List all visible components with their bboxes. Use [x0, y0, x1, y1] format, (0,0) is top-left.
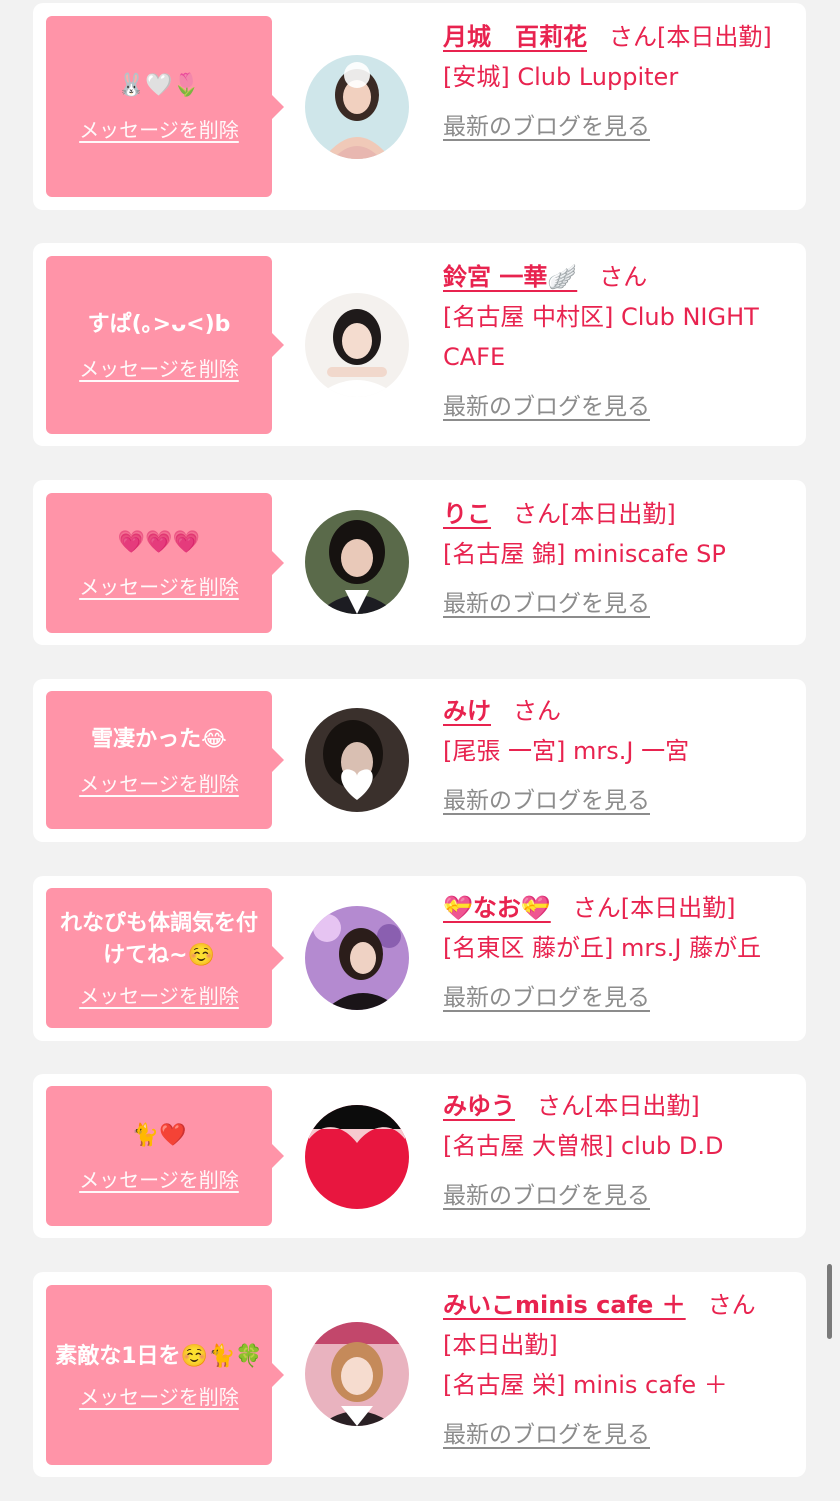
- message-bubble: すぱ(｡>ᴗ<)b メッセージを削除: [46, 256, 284, 434]
- cast-name-link[interactable]: みいこminis cafe ＋: [443, 1291, 686, 1319]
- avatar[interactable]: [305, 1105, 409, 1209]
- avatar[interactable]: [305, 510, 409, 614]
- cast-info: 月城 百莉花 さん[本日出勤] [安城] Club Luppiter 最新のブログ…: [443, 17, 795, 147]
- attendance-status: [本日出勤]: [585, 1092, 700, 1120]
- avatar[interactable]: [305, 708, 409, 812]
- message-card: れなぴも体調気を付けてね~☺️ メッセージを削除 💝なお💝 さん[本日出勤] [名…: [33, 876, 806, 1041]
- message-bubble: 素敵な1日を☺️🐈🍀 メッセージを削除: [46, 1285, 284, 1465]
- attendance-status: [本日出勤]: [443, 1331, 558, 1359]
- message-text: れなぴも体調気を付けてね~☺️: [59, 910, 258, 968]
- message-bubble: 雪凄かった😂 メッセージを削除: [46, 691, 284, 829]
- honorific: さん: [609, 23, 657, 51]
- honorific: さん: [572, 894, 621, 922]
- cast-info: 💝なお💝 さん[本日出勤] [名東区 藤が丘] mrs.J 藤が丘 最新のブログを…: [443, 888, 795, 1018]
- avatar[interactable]: [305, 1322, 409, 1426]
- latest-blog-link[interactable]: 最新のブログを見る: [443, 1176, 650, 1216]
- shop-name: [名古屋 栄] minis cafe ＋: [443, 1371, 728, 1399]
- delete-message-link[interactable]: メッセージを削除: [79, 114, 239, 143]
- delete-message-link[interactable]: メッセージを削除: [79, 980, 239, 1009]
- message-text: 🐈❤️: [131, 1122, 187, 1148]
- message-text: 雪凄かった😂: [91, 726, 227, 752]
- attendance-status: [本日出勤]: [620, 894, 736, 922]
- cast-name-link[interactable]: 💝なお💝: [443, 894, 551, 922]
- delete-message-link[interactable]: メッセージを削除: [79, 1381, 239, 1410]
- shop-name: [名古屋 錦] miniscafe SP: [443, 540, 726, 568]
- cast-info: 鈴宮 一華🪽 さん [名古屋 中村区] Club NIGHT CAFE 最新のブロ…: [443, 257, 795, 427]
- attendance-status: [本日出勤]: [561, 500, 676, 528]
- message-bubble: 🐈❤️ メッセージを削除: [46, 1086, 284, 1226]
- delete-message-link[interactable]: メッセージを削除: [79, 353, 239, 382]
- message-card: 💗💗💗 メッセージを削除 りこ さん[本日出勤] [名古屋 錦] miniscaf…: [33, 480, 806, 645]
- cast-info: みゆう さん[本日出勤] [名古屋 大曽根] club D.D 最新のブログを見る: [443, 1086, 795, 1216]
- shop-name: [安城] Club Luppiter: [443, 63, 679, 91]
- honorific: さん: [537, 1092, 585, 1120]
- avatar[interactable]: [305, 293, 409, 397]
- honorific: さん: [513, 697, 561, 725]
- message-text: 素敵な1日を☺️🐈🍀: [55, 1343, 263, 1369]
- latest-blog-link[interactable]: 最新のブログを見る: [443, 978, 650, 1018]
- latest-blog-link[interactable]: 最新のブログを見る: [443, 1415, 650, 1455]
- cast-info: みいこminis cafe ＋ さん [本日出勤] [名古屋 栄] minis c…: [443, 1285, 795, 1455]
- latest-blog-link[interactable]: 最新のブログを見る: [443, 584, 650, 624]
- latest-blog-link[interactable]: 最新のブログを見る: [443, 107, 650, 147]
- cast-name-link[interactable]: りこ: [443, 500, 491, 528]
- honorific: さん: [599, 263, 648, 291]
- delete-message-link[interactable]: メッセージを削除: [79, 571, 239, 600]
- message-list: 🐰🤍🌷 メッセージを削除 月城 百莉花 さん[本日出勤] [安城] Club Lu…: [0, 0, 840, 1501]
- scrollbar[interactable]: [827, 1264, 832, 1339]
- attendance-status: [本日出勤]: [657, 23, 772, 51]
- avatar[interactable]: [305, 906, 409, 1010]
- message-bubble: れなぴも体調気を付けてね~☺️ メッセージを削除: [46, 888, 284, 1028]
- delete-message-link[interactable]: メッセージを削除: [79, 1164, 239, 1193]
- message-text: 💗💗💗: [117, 529, 201, 555]
- message-card: 🐰🤍🌷 メッセージを削除 月城 百莉花 さん[本日出勤] [安城] Club Lu…: [33, 3, 806, 210]
- shop-name: [名古屋 中村区] Club NIGHT CAFE: [443, 303, 759, 371]
- message-text: 🐰🤍🌷: [117, 73, 201, 98]
- cast-info: りこ さん[本日出勤] [名古屋 錦] miniscafe SP 最新のブログを見…: [443, 494, 795, 624]
- cast-info: みけ さん [尾張 一宮] mrs.J 一宮 最新のブログを見る: [443, 691, 795, 821]
- message-card: 素敵な1日を☺️🐈🍀 メッセージを削除 みいこminis cafe ＋ さん [本…: [33, 1272, 806, 1477]
- message-bubble: 🐰🤍🌷 メッセージを削除: [46, 16, 284, 197]
- latest-blog-link[interactable]: 最新のブログを見る: [443, 781, 650, 821]
- shop-name: [尾張 一宮] mrs.J 一宮: [443, 737, 690, 765]
- delete-message-link[interactable]: メッセージを削除: [79, 768, 239, 797]
- cast-name-link[interactable]: 鈴宮 一華🪽: [443, 263, 577, 291]
- cast-name-link[interactable]: みけ: [443, 697, 491, 725]
- shop-name: [名東区 藤が丘] mrs.J 藤が丘: [443, 934, 762, 962]
- latest-blog-link[interactable]: 最新のブログを見る: [443, 387, 650, 427]
- shop-name: [名古屋 大曽根] club D.D: [443, 1132, 724, 1160]
- message-bubble: 💗💗💗 メッセージを削除: [46, 493, 284, 633]
- message-card: 雪凄かった😂 メッセージを削除 みけ さん [尾張 一宮] mrs.J 一宮 最新…: [33, 679, 806, 842]
- avatar[interactable]: [305, 55, 409, 159]
- honorific: さん: [513, 500, 561, 528]
- message-text: すぱ(｡>ᴗ<)b: [87, 311, 231, 337]
- message-card: すぱ(｡>ᴗ<)b メッセージを削除 鈴宮 一華🪽 さん [名古屋 中村区] Cl…: [33, 243, 806, 446]
- honorific: さん: [707, 1291, 756, 1319]
- message-card: 🐈❤️ メッセージを削除 みゆう さん[本日出勤] [名古屋 大曽根] club …: [33, 1074, 806, 1238]
- cast-name-link[interactable]: みゆう: [443, 1092, 515, 1120]
- cast-name-link[interactable]: 月城 百莉花: [443, 23, 587, 51]
